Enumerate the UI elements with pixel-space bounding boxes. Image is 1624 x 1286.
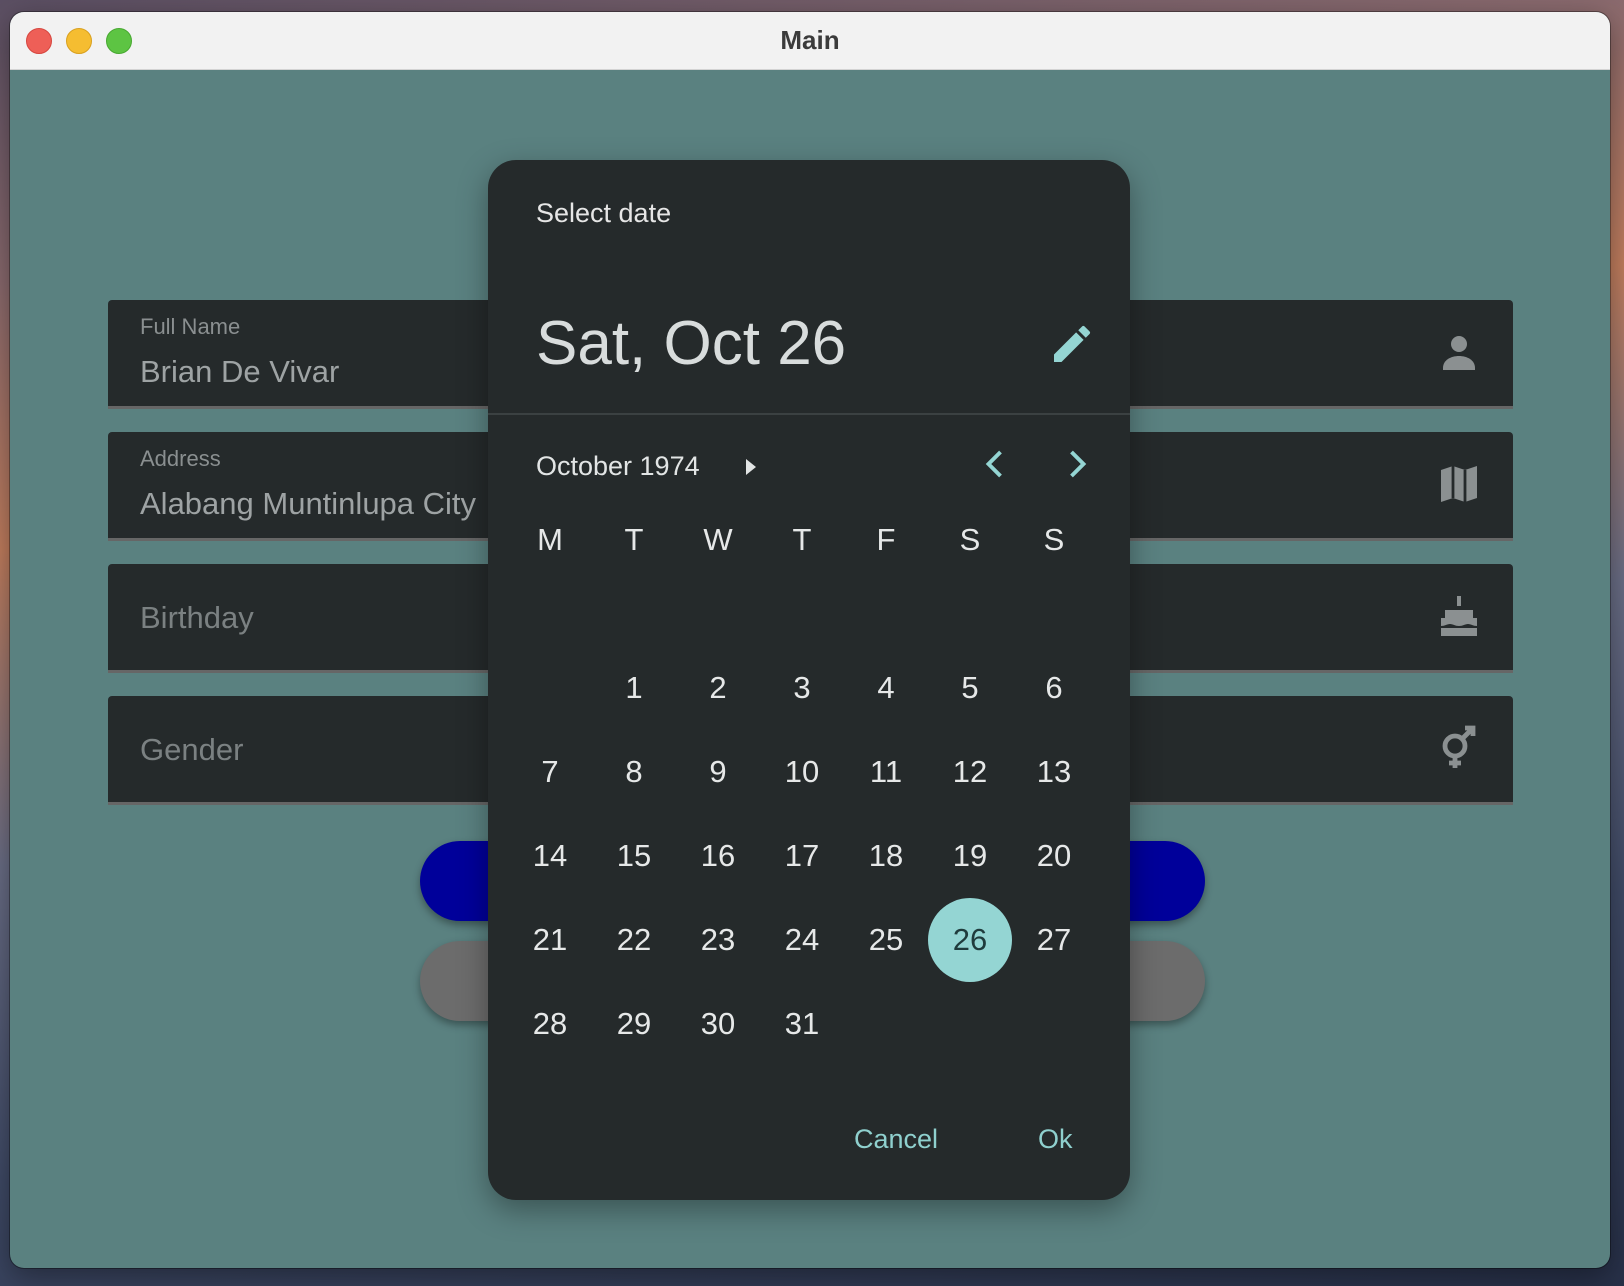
- chevron-right-icon[interactable]: [1058, 446, 1094, 482]
- calendar-day[interactable]: 23: [676, 898, 760, 982]
- calendar-day[interactable]: 28: [508, 982, 592, 1066]
- window-title: Main: [780, 25, 840, 55]
- map-icon: [1441, 466, 1477, 502]
- birthday-placeholder: Birthday: [140, 600, 254, 635]
- weekday-label: T: [792, 522, 812, 557]
- calendar-day[interactable]: 16: [676, 814, 760, 898]
- address-label: Address: [140, 446, 221, 471]
- dialog-title: Select date: [536, 198, 672, 228]
- full-name-value: Brian De Vivar: [140, 354, 340, 389]
- date-picker-dialog: Select date Sat, Oct 26 October 1974 M T W…: [488, 160, 1130, 1200]
- calendar-day-selected[interactable]: 26: [928, 898, 1012, 982]
- calendar-day[interactable]: 27: [1012, 898, 1096, 982]
- caret-right-icon[interactable]: [738, 455, 762, 479]
- dialog-divider: [488, 413, 1130, 415]
- selected-date-display: Sat, Oct 26: [536, 309, 847, 378]
- month-year-selector[interactable]: October 1974: [536, 451, 700, 482]
- calendar-day[interactable]: 17: [760, 814, 844, 898]
- calendar-day[interactable]: 24: [760, 898, 844, 982]
- calendar-day[interactable]: 31: [760, 982, 844, 1066]
- full-name-label: Full Name: [140, 314, 241, 339]
- weekday-label: S: [959, 522, 981, 557]
- calendar-day[interactable]: 6: [1012, 646, 1096, 730]
- main-content: Full Name Brian De Vivar Address Alabang…: [10, 70, 1610, 1268]
- calendar-day[interactable]: 15: [592, 814, 676, 898]
- calendar-day[interactable]: 10: [760, 730, 844, 814]
- title-bar: Main: [10, 12, 1610, 70]
- calendar-day[interactable]: 19: [928, 814, 1012, 898]
- calendar-day[interactable]: 7: [508, 730, 592, 814]
- calendar-day[interactable]: 3: [760, 646, 844, 730]
- calendar-day[interactable]: 2: [676, 646, 760, 730]
- calendar-day[interactable]: 11: [844, 730, 928, 814]
- weekday-label: W: [703, 522, 733, 557]
- chevron-left-icon[interactable]: [978, 446, 1014, 482]
- cancel-button[interactable]: Cancel: [842, 1116, 950, 1163]
- calendar-day[interactable]: 25: [844, 898, 928, 982]
- edit-pencil-icon[interactable]: [1048, 320, 1096, 368]
- weekday-label: S: [1043, 522, 1065, 557]
- address-value: Alabang Muntinlupa City: [140, 486, 477, 521]
- ok-button[interactable]: Ok: [1026, 1116, 1085, 1163]
- calendar-day[interactable]: 12: [928, 730, 1012, 814]
- calendar-day[interactable]: 13: [1012, 730, 1096, 814]
- calendar-day[interactable]: 20: [1012, 814, 1096, 898]
- calendar-day[interactable]: 18: [844, 814, 928, 898]
- gender-placeholder: Gender: [140, 732, 244, 767]
- weekday-label: M: [537, 522, 563, 557]
- cake-icon: [1441, 596, 1477, 636]
- calendar-day[interactable]: 8: [592, 730, 676, 814]
- calendar-day[interactable]: 29: [592, 982, 676, 1066]
- calendar-day[interactable]: 22: [592, 898, 676, 982]
- calendar-day[interactable]: 30: [676, 982, 760, 1066]
- calendar-day[interactable]: 5: [928, 646, 1012, 730]
- calendar-day[interactable]: 4: [844, 646, 928, 730]
- calendar-day[interactable]: 1: [592, 646, 676, 730]
- calendar-day[interactable]: 21: [508, 898, 592, 982]
- app-window: Main Full Name Brian De Vivar Address Al…: [10, 12, 1610, 1268]
- weekday-label: T: [624, 522, 644, 557]
- gender-icon: [1442, 725, 1476, 768]
- person-icon: [1443, 336, 1475, 370]
- calendar-day[interactable]: 14: [508, 814, 592, 898]
- calendar-day[interactable]: 9: [676, 730, 760, 814]
- weekday-label: F: [876, 522, 896, 557]
